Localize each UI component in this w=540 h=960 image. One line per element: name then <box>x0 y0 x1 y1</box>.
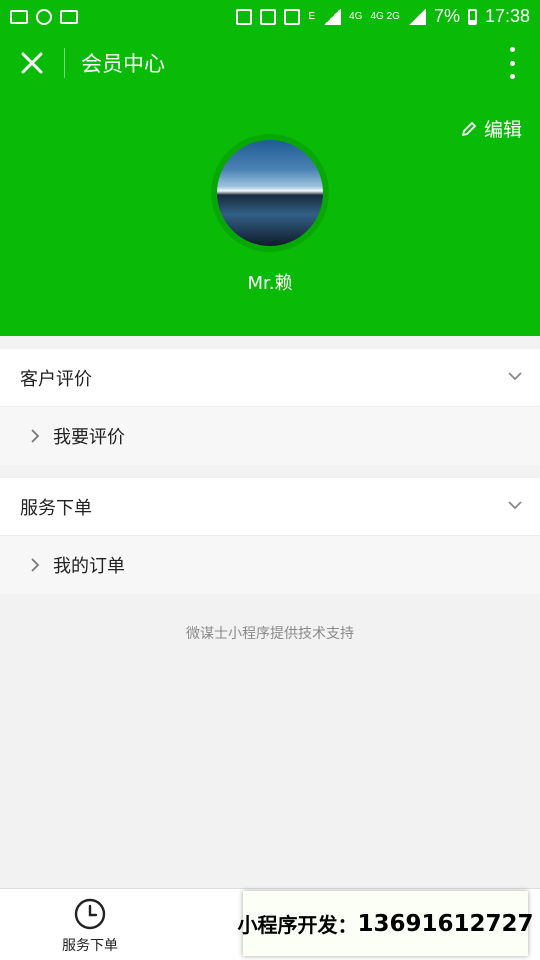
chevron-down-icon <box>508 372 522 381</box>
section-customer-review[interactable]: 客户评价 <box>0 349 540 407</box>
chevron-right-icon <box>30 558 44 572</box>
watermark-prefix: 小程序开发： <box>237 913 358 937</box>
gallery-icon <box>10 9 28 24</box>
list-item-label: 我的订单 <box>53 556 125 577</box>
signal-icon <box>323 8 342 25</box>
calendar-icon <box>60 9 78 24</box>
tab-service-order[interactable]: 服务下单 <box>40 897 140 957</box>
more-options-button[interactable] <box>500 47 524 79</box>
section-title: 客户评价 <box>20 368 92 390</box>
list-item-label: 我要评价 <box>53 427 125 448</box>
sim1-icon <box>284 8 301 25</box>
network-e-label: E <box>308 10 316 22</box>
network-4g2g-label: 4G 2G <box>370 10 400 22</box>
signal-icon-2 <box>407 8 426 25</box>
watermark-phone: 13691612727 <box>357 910 534 937</box>
pencil-icon <box>462 121 476 136</box>
more-dot-icon <box>509 47 515 52</box>
list-item-my-orders[interactable]: 我的订单 <box>0 536 540 594</box>
section-service-order[interactable]: 服务下单 <box>0 478 540 536</box>
avatar[interactable] <box>217 140 323 246</box>
chevron-right-icon <box>30 429 44 443</box>
clock-icon <box>74 898 106 930</box>
list-item-write-review[interactable]: 我要评价 <box>0 407 540 465</box>
wechat-notify-icon <box>36 8 52 25</box>
close-button[interactable] <box>0 33 64 93</box>
tech-support-text: 微谋士小程序提供技术支持 <box>186 626 354 642</box>
status-bar: E 4G 4G 2G 7% 17:38 <box>0 0 540 33</box>
network-4g-label: 4G <box>349 10 363 22</box>
nav-divider <box>64 48 65 78</box>
status-left-icons <box>10 8 78 25</box>
close-icon <box>21 52 43 74</box>
watermark-banner: 小程序开发： 13691612727 <box>237 891 534 956</box>
section-title: 服务下单 <box>20 497 92 519</box>
chevron-down-icon <box>508 501 522 510</box>
more-dot-icon <box>509 60 515 66</box>
avatar-ring <box>211 134 329 252</box>
clock-time: 17:38 <box>484 6 530 26</box>
battery-icon <box>467 8 477 25</box>
tab-label: 服务下单 <box>62 938 118 954</box>
edit-profile-button[interactable]: 编辑 <box>460 115 522 142</box>
nfc-icon <box>236 8 253 25</box>
edit-label: 编辑 <box>483 119 522 141</box>
more-dot-icon <box>509 74 515 79</box>
wifi-icon <box>260 8 277 25</box>
navigation-bar: 会员中心 <box>0 33 540 93</box>
battery-percent: 7% <box>433 6 460 26</box>
profile-header: 编辑 Mr.赖 <box>0 93 540 336</box>
username: Mr.赖 <box>247 273 293 294</box>
page-title: 会员中心 <box>81 52 165 76</box>
status-right: E 4G 4G 2G 7% 17:38 <box>236 6 530 27</box>
